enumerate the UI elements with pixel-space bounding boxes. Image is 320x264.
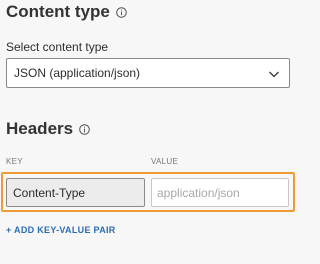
content-type-heading: Content type [6, 2, 127, 22]
content-type-selected-value: JSON (application/json) [14, 66, 141, 80]
chevron-down-icon [268, 68, 280, 80]
header-value-input[interactable] [151, 178, 289, 207]
headers-title: Headers [6, 119, 74, 138]
content-type-title: Content type [6, 2, 110, 21]
value-column-header: VALUE [151, 157, 179, 166]
key-column-header: KEY [6, 157, 23, 166]
info-icon[interactable] [116, 6, 127, 18]
header-key-field[interactable]: Content-Type [6, 178, 145, 207]
content-type-select[interactable]: JSON (application/json) [6, 58, 290, 88]
header-key-text: Content-Type [13, 185, 86, 200]
select-content-type-label: Select content type [6, 40, 109, 54]
headers-heading: Headers [6, 119, 90, 139]
info-icon[interactable] [79, 123, 90, 135]
add-key-value-pair-button[interactable]: + ADD KEY-VALUE PAIR [6, 225, 116, 235]
